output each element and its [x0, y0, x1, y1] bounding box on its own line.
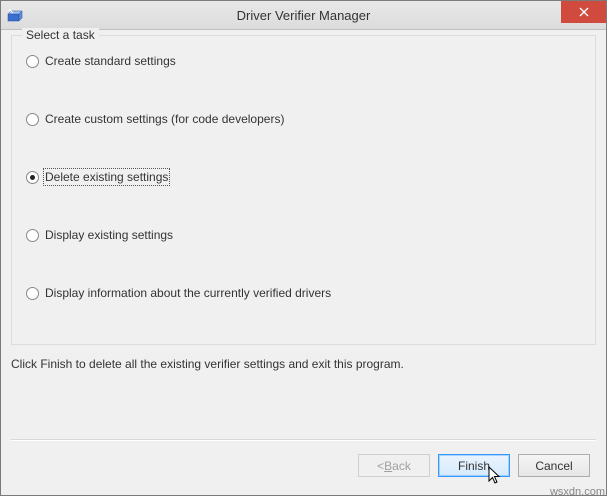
- help-text: Click Finish to delete all the existing …: [11, 357, 596, 371]
- radio-icon: [26, 171, 39, 184]
- dialog-window: Driver Verifier Manager Select a task Cr…: [0, 0, 607, 496]
- wizard-buttons: < Back Finish Cancel: [358, 454, 590, 477]
- radio-display-info[interactable]: Display information about the currently …: [26, 286, 581, 300]
- radio-icon: [26, 229, 39, 242]
- radio-label: Display information about the currently …: [45, 286, 331, 300]
- radio-label: Create standard settings: [45, 54, 176, 68]
- titlebar: Driver Verifier Manager: [1, 1, 606, 30]
- client-area: Select a task Create standard settings C…: [11, 35, 596, 485]
- window-title: Driver Verifier Manager: [1, 8, 606, 23]
- back-button: < Back: [358, 454, 430, 477]
- radio-delete-existing[interactable]: Delete existing settings: [26, 170, 581, 184]
- group-legend: Select a task: [22, 28, 99, 42]
- radio-icon: [26, 55, 39, 68]
- back-suffix: ack: [392, 459, 411, 473]
- radio-label: Display existing settings: [45, 228, 173, 242]
- close-button[interactable]: [561, 1, 606, 23]
- finish-button[interactable]: Finish: [438, 454, 510, 477]
- watermark: wsxdn.com: [550, 486, 605, 498]
- back-prefix: <: [377, 459, 384, 473]
- radio-icon: [26, 113, 39, 126]
- radio-display-existing[interactable]: Display existing settings: [26, 228, 581, 242]
- radio-icon: [26, 287, 39, 300]
- app-icon: [7, 7, 23, 23]
- task-groupbox: Select a task Create standard settings C…: [11, 35, 596, 345]
- separator: [11, 439, 596, 441]
- radio-label: Delete existing settings: [45, 170, 168, 184]
- radio-create-custom[interactable]: Create custom settings (for code develop…: [26, 112, 581, 126]
- radio-create-standard[interactable]: Create standard settings: [26, 54, 581, 68]
- radio-label: Create custom settings (for code develop…: [45, 112, 284, 126]
- back-underline: B: [384, 459, 392, 473]
- cancel-button[interactable]: Cancel: [518, 454, 590, 477]
- close-icon: [579, 7, 589, 17]
